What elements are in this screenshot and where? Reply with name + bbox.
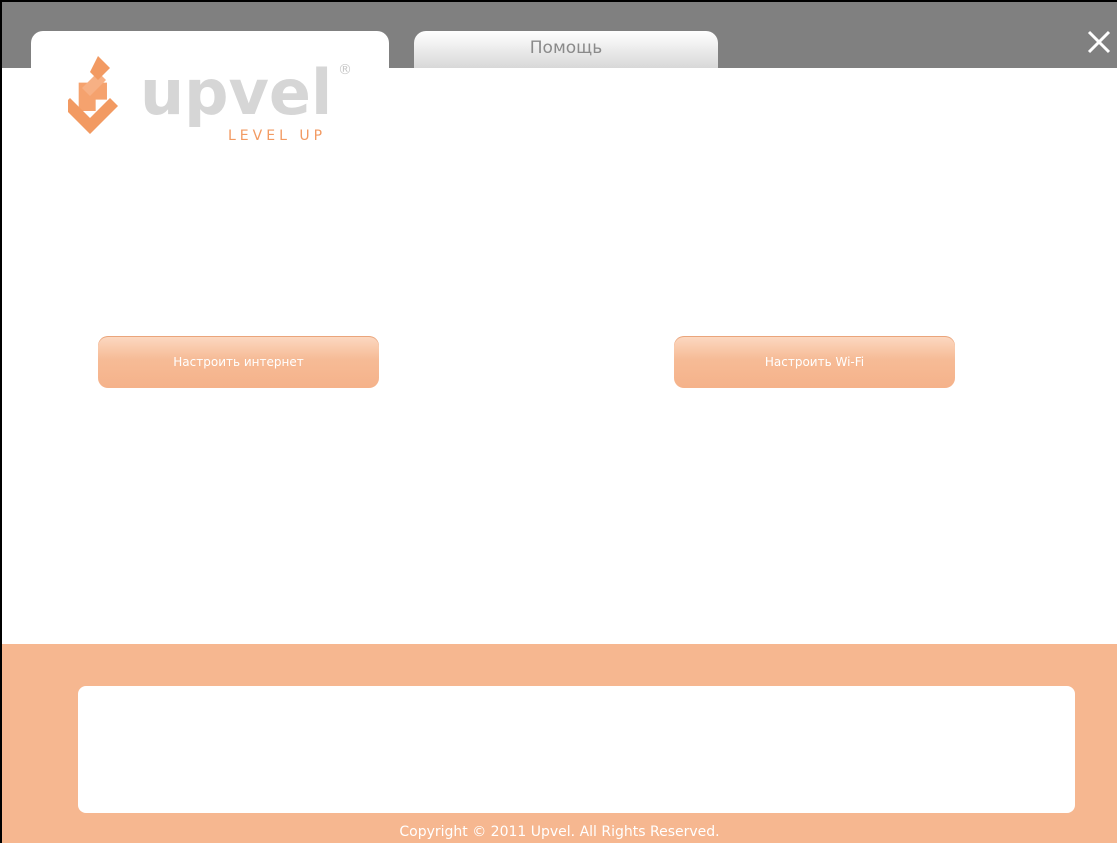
setup-internet-label: Настроить интернет [173,355,304,369]
copyright-text: Copyright © 2011 Upvel. All Rights Reser… [399,824,720,840]
setup-wifi-label: Настроить Wi-Fi [764,355,865,369]
logo-tagline: LEVEL UP [228,128,326,144]
close-icon [1087,30,1111,54]
message-box [78,686,1075,813]
close-button[interactable] [1087,30,1111,54]
upvel-logo-icon: upvel ® LEVEL UP [62,56,352,144]
setup-wifi-button[interactable]: Настроить Wi-Fi [674,336,955,388]
logo-brand-text: upvel [140,56,332,129]
logo-registered-mark: ® [338,62,352,78]
tab-help-label: Помощь [529,38,603,58]
upvel-logo: upvel ® LEVEL UP [62,54,358,146]
setup-internet-button[interactable]: Настроить интернет [98,336,379,388]
app-window: Помощь upvel ® LEVEL UP Настроить интерн… [0,0,1117,843]
tab-help[interactable]: Помощь [414,31,718,68]
